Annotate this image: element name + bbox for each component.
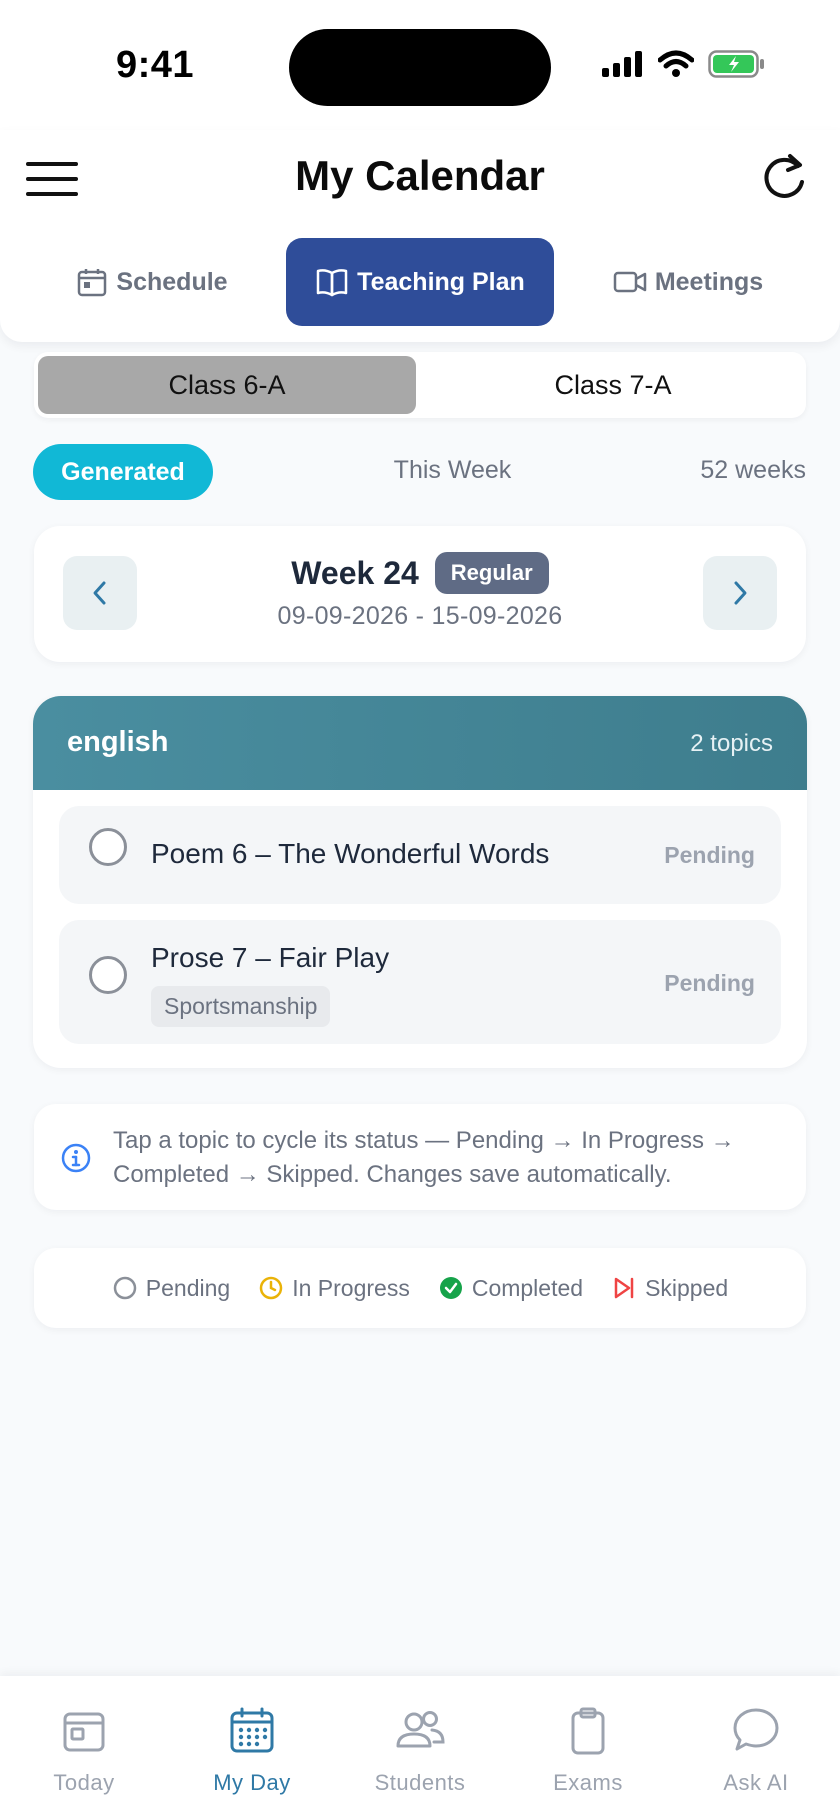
topic-title: Poem 6 – The Wonderful Words bbox=[151, 838, 550, 869]
topic-count: 2 topics bbox=[690, 730, 773, 757]
tab-label: Teaching Plan bbox=[357, 267, 525, 296]
info-icon bbox=[61, 1143, 91, 1173]
page-title: My Calendar bbox=[295, 152, 545, 199]
chevron-right-icon bbox=[734, 581, 747, 605]
nav-today[interactable]: Today bbox=[0, 1676, 168, 1820]
weeks-count: 52 weeks bbox=[700, 456, 806, 484]
clock-icon bbox=[259, 1276, 283, 1300]
battery-icon bbox=[708, 50, 764, 78]
topic-status: Pending bbox=[664, 970, 755, 996]
tab-meetings[interactable]: Meetings bbox=[576, 238, 800, 326]
calendar-grid-icon bbox=[230, 1707, 274, 1753]
subject-card: english 2 topics Poem 6 – The Wonderful … bbox=[33, 696, 807, 1068]
nav-students[interactable]: Students bbox=[336, 1676, 504, 1820]
class-option-6a[interactable]: Class 6-A bbox=[38, 356, 416, 414]
legend-label: Skipped bbox=[645, 1274, 729, 1301]
legend-label: In Progress bbox=[292, 1274, 410, 1301]
legend-item-completed: Completed bbox=[438, 1275, 583, 1302]
wifi-icon bbox=[658, 50, 694, 77]
status-circle-icon[interactable] bbox=[89, 956, 127, 994]
chat-bubble-icon bbox=[733, 1708, 779, 1751]
status-circle-icon[interactable] bbox=[89, 828, 127, 866]
status-icons bbox=[602, 50, 766, 78]
dynamic-island bbox=[289, 29, 551, 106]
tab-teaching-plan[interactable]: Teaching Plan bbox=[286, 238, 554, 326]
book-open-icon bbox=[316, 269, 348, 297]
legend-item-pending: Pending bbox=[112, 1275, 230, 1302]
nav-label: Exams bbox=[553, 1770, 623, 1795]
nav-label: Today bbox=[53, 1770, 115, 1795]
clipboard-icon bbox=[571, 1707, 605, 1755]
week-date-range: 09-09-2026 - 15-09-2026 bbox=[277, 602, 563, 630]
users-icon bbox=[396, 1711, 445, 1748]
skip-icon bbox=[614, 1277, 634, 1299]
calendar-icon bbox=[78, 269, 107, 297]
nav-ask-ai[interactable]: Ask AI bbox=[672, 1676, 840, 1820]
class-selector: Class 6-A Class 7-A bbox=[34, 352, 806, 418]
subject-header: english 2 topics bbox=[33, 696, 807, 790]
topic-status: Pending bbox=[664, 842, 755, 868]
info-hint: Tap a topic to cycle its status — Pendin… bbox=[34, 1104, 806, 1210]
week-title: Week 24 bbox=[291, 554, 419, 591]
video-icon bbox=[613, 271, 647, 293]
tab-schedule[interactable]: Schedule bbox=[40, 238, 264, 326]
tab-label: Meetings bbox=[654, 267, 764, 296]
info-text: Tap a topic to cycle its status — Pendin… bbox=[113, 1127, 735, 1188]
status-legend: Pending In Progress Completed Skipped bbox=[34, 1248, 806, 1328]
week-navigator: Week 24 Regular 09-09-2026 - 15-09-2026 bbox=[34, 526, 806, 662]
topic-row[interactable]: Poem 6 – The Wonderful Words Pending bbox=[59, 806, 781, 904]
class-option-7a[interactable]: Class 7-A bbox=[424, 356, 802, 414]
status-time: 9:41 bbox=[116, 44, 195, 86]
signal-icon bbox=[602, 51, 642, 77]
nav-label: My Day bbox=[213, 1770, 291, 1795]
tab-label: Schedule bbox=[116, 267, 228, 296]
legend-label: Pending bbox=[145, 1274, 231, 1301]
topic-title: Prose 7 – Fair Play bbox=[151, 942, 390, 973]
legend-label: Completed bbox=[471, 1274, 584, 1301]
topic-tag: Sportsmanship bbox=[151, 986, 331, 1027]
status-bar: 9:41 bbox=[0, 0, 840, 130]
bottom-navigation: Today My Day Students Exams Ask AI bbox=[0, 1676, 840, 1820]
app-header: My Calendar Schedule Teaching Plan Meeti… bbox=[0, 130, 840, 342]
nav-label: Students bbox=[374, 1770, 466, 1795]
topic-row[interactable]: Prose 7 – Fair Play Sportsmanship Pendin… bbox=[59, 920, 781, 1044]
circle-icon bbox=[113, 1276, 137, 1300]
calendar-day-icon bbox=[63, 1712, 105, 1752]
nav-label: Ask AI bbox=[723, 1770, 789, 1795]
check-circle-icon bbox=[439, 1277, 462, 1299]
next-week-button[interactable] bbox=[703, 556, 777, 630]
week-type-badge: Regular bbox=[434, 552, 549, 594]
legend-item-in-progress: In Progress bbox=[258, 1275, 410, 1302]
refresh-icon[interactable] bbox=[754, 148, 814, 208]
view-tabs: Schedule Teaching Plan Meetings bbox=[0, 238, 840, 326]
nav-my-day[interactable]: My Day bbox=[168, 1676, 336, 1820]
subject-name: english bbox=[67, 726, 169, 758]
nav-exams[interactable]: Exams bbox=[504, 1676, 672, 1820]
legend-item-skipped: Skipped bbox=[611, 1275, 728, 1302]
week-title-row: Week 24 Regular bbox=[34, 552, 806, 594]
